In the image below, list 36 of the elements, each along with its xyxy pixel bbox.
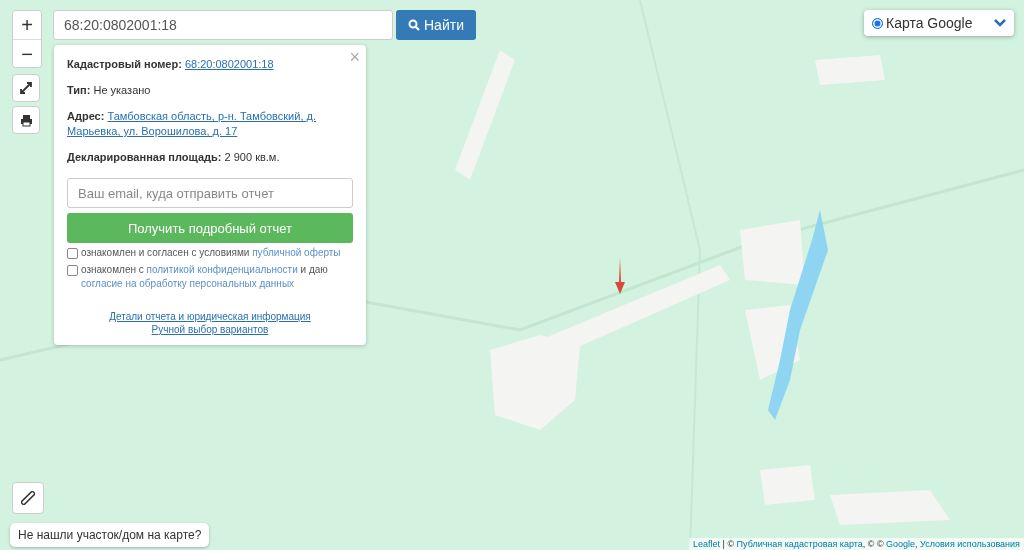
address-label: Адрес: — [67, 110, 105, 122]
attribution-link[interactable]: Leaflet — [693, 539, 721, 549]
chevron-down-icon — [994, 19, 1006, 27]
checkbox[interactable] — [67, 265, 78, 276]
print-button[interactable] — [12, 106, 40, 134]
area-text: Декларированная площадь: 2 900 кв.м. — [67, 150, 281, 165]
cadastral-link[interactable]: 68:20:0802001:18 — [184, 58, 274, 70]
consent-link[interactable]: согласие на обработку персональных данных — [81, 278, 295, 289]
email-field[interactable]: Ваш email, куда отправить отчет — [67, 178, 353, 208]
address-link[interactable]: Тамбовская область, р-н. Тамбовский, д. — [107, 110, 316, 122]
ruler-icon — [21, 491, 35, 505]
cadastral-number: Кадастровый номер: 68:20:0802001:18 — [67, 57, 275, 72]
consent-link[interactable]: публичной оферты — [252, 247, 341, 258]
consent-text: ознакомлен с политикой конфиденциальности и даю согласие на обработку персональных данных — [81, 263, 329, 291]
ruler-button[interactable] — [12, 482, 44, 514]
zoom-out-button[interactable]: − — [13, 39, 41, 67]
checkbox[interactable] — [67, 248, 78, 259]
layer-dropdown[interactable]: Карта Google — [864, 10, 1014, 36]
search-field[interactable]: 68:20:0802001:18 — [53, 10, 393, 40]
radio-button[interactable] — [872, 17, 883, 29]
info-link[interactable]: Ручной выбор вариантов — [151, 324, 269, 335]
search-icon — [408, 19, 420, 31]
not-found-button[interactable]: Не нашли участок/дом на карте? — [10, 523, 210, 547]
address-link[interactable]: Марьевка, ул. Ворошилова, д. 17 — [67, 125, 238, 137]
fullscreen-button[interactable] — [12, 74, 40, 102]
type-text: Тип: Не указано — [67, 83, 152, 98]
attribution-link[interactable]: Публичная кадастровая карта — [736, 539, 863, 549]
layer-label: Карта Google — [886, 15, 974, 31]
consent-link[interactable]: политикой конфиденциальности — [146, 264, 298, 275]
attribution-text: Leaflet | © Публичная кадастровая карта, © © Google, Условия использования — [689, 538, 1024, 550]
info-link[interactable]: Детали отчета и юридическая информация — [109, 311, 311, 322]
attribution-link[interactable]: Условия использования — [920, 539, 1020, 549]
printer-icon — [19, 113, 33, 127]
search-button[interactable]: Найти — [396, 10, 476, 40]
consent-text: ознакомлен и согласен с условиями публичной оферты — [81, 246, 341, 260]
expand-icon — [20, 82, 32, 94]
